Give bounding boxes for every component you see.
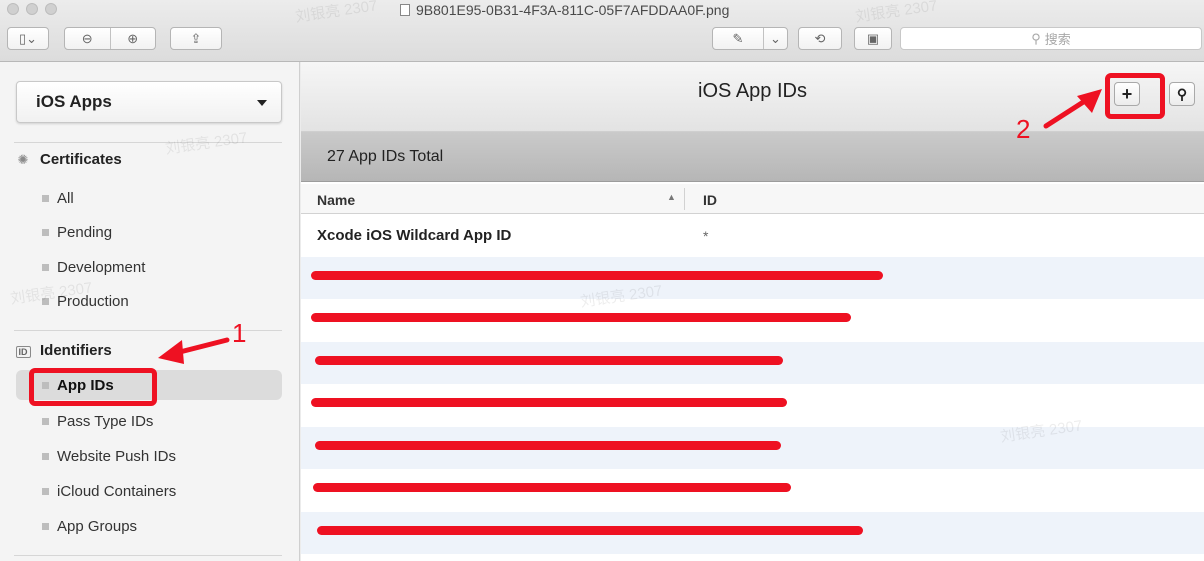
sidebar-item-label: All — [57, 189, 74, 207]
total-count: 27 App IDs Total — [327, 148, 444, 165]
markup-icon[interactable]: ✎ — [713, 28, 763, 49]
sidebar-item-label: Pending — [57, 223, 113, 241]
divider — [14, 555, 282, 556]
table-row[interactable] — [301, 341, 1204, 384]
toolbox-button[interactable]: ▣ — [854, 27, 892, 50]
share-button[interactable]: ⇪ — [170, 27, 222, 50]
platform-select[interactable]: iOS Apps — [16, 81, 282, 123]
page-title: iOS App IDs — [698, 80, 807, 102]
section-identifiers: ID Identifiers — [14, 342, 112, 359]
platform-select-value: iOS Apps — [36, 92, 112, 111]
redaction-mark — [311, 313, 851, 322]
redaction-mark — [315, 355, 783, 365]
table-row[interactable] — [301, 469, 1204, 512]
sidebar-item-website-push-ids[interactable]: Website Push IDs — [16, 441, 282, 471]
sidebar-item-pass-type-ids[interactable]: Pass Type IDs — [16, 406, 282, 436]
close-window-button[interactable] — [7, 3, 19, 15]
section-certificates: ✺ Certificates — [14, 151, 122, 168]
sidebar-toggle-icon: ▯⌄ — [18, 30, 38, 46]
app-id-identifier: * — [703, 228, 709, 244]
redaction-mark — [311, 270, 883, 280]
certificate-icon: ✺ — [17, 151, 29, 167]
table-row[interactable] — [301, 299, 1204, 342]
zoom-control: ⊖ ⊕ — [64, 27, 156, 50]
sidebar-item-app-groups[interactable]: App Groups — [16, 511, 282, 541]
highlight-box-add-button — [1105, 73, 1165, 119]
share-icon: ⇪ — [190, 30, 202, 46]
search-placeholder: 搜索 — [1044, 32, 1071, 47]
bullet-icon — [42, 417, 49, 425]
search-input[interactable]: ⚲ 搜索 — [900, 27, 1202, 50]
step-number-1: 1 — [232, 318, 247, 348]
main-panel: iOS App IDs + ⚲ 27 App IDs Total Name ▲ … — [301, 62, 1204, 561]
sidebar-item-label: iCloud Containers — [57, 482, 177, 500]
highlight-box-app-ids — [29, 368, 157, 406]
redaction-mark — [317, 525, 863, 535]
table-row[interactable] — [301, 256, 1204, 299]
sidebar-item-development[interactable]: Development — [16, 252, 282, 282]
sort-ascending-icon: ▲ — [667, 192, 676, 202]
total-count-bar: 27 App IDs Total — [301, 132, 1204, 182]
app-id-name: Xcode iOS Wildcard App ID — [317, 227, 512, 244]
bullet-icon — [42, 522, 49, 530]
document-icon — [400, 4, 410, 16]
chevron-down-icon[interactable]: ⌄ — [763, 28, 787, 49]
rotate-button[interactable]: ⟲ — [798, 27, 842, 50]
table-row[interactable] — [301, 511, 1204, 554]
bullet-icon — [42, 487, 49, 495]
section-title: Identifiers — [40, 342, 112, 359]
sidebar-item-pending[interactable]: Pending — [16, 217, 282, 247]
zoom-window-button[interactable] — [45, 3, 57, 15]
zoom-in-icon[interactable]: ⊕ — [109, 28, 156, 49]
chevron-down-icon — [257, 100, 267, 106]
sidebar-item-label: Development — [57, 258, 146, 276]
sidebar-item-label: Website Push IDs — [57, 447, 176, 465]
table-header: Name ▲ ID — [301, 184, 1204, 214]
bullet-icon — [42, 194, 49, 202]
minimize-window-button[interactable] — [26, 3, 38, 15]
search-icon: ⚲ — [1031, 30, 1041, 46]
markup-control: ✎ ⌄ — [712, 27, 788, 50]
section-title: Certificates — [40, 151, 122, 168]
sidebar-toggle-button[interactable]: ▯⌄ — [7, 27, 49, 50]
redaction-mark — [311, 398, 787, 407]
search-icon: ⚲ — [1176, 85, 1188, 102]
column-header-name[interactable]: Name — [317, 192, 355, 208]
sidebar-item-all[interactable]: All — [16, 183, 282, 213]
table-row[interactable]: Xcode iOS Wildcard App ID * — [301, 214, 1204, 257]
zoom-out-icon[interactable]: ⊖ — [65, 28, 110, 49]
window-toolbar: 9B801E95-0B31-4F3A-811C-05F7AFDDAA0F.png… — [0, 0, 1204, 62]
search-button[interactable]: ⚲ — [1169, 82, 1195, 106]
bullet-icon — [42, 263, 49, 271]
id-badge-icon: ID — [14, 343, 32, 358]
bullet-icon — [42, 228, 49, 236]
step-number-2: 2 — [1016, 114, 1031, 144]
window-title: 9B801E95-0B31-4F3A-811C-05F7AFDDAA0F.png — [400, 2, 729, 18]
sidebar-item-label: Pass Type IDs — [57, 412, 154, 430]
toolbox-icon: ▣ — [866, 30, 880, 46]
app-id-table: Xcode iOS Wildcard App ID * — [301, 214, 1204, 554]
main-header: iOS App IDs + ⚲ — [301, 62, 1204, 132]
column-header-id[interactable]: ID — [703, 192, 717, 208]
redaction-mark — [315, 440, 781, 450]
sidebar-item-label: App Groups — [57, 517, 138, 535]
sidebar: iOS Apps ✺ Certificates All Pending Deve… — [0, 62, 300, 561]
bullet-icon — [42, 452, 49, 460]
sidebar-item-icloud-containers[interactable]: iCloud Containers — [16, 476, 282, 506]
column-divider — [684, 188, 685, 210]
rotate-icon: ⟲ — [814, 30, 826, 46]
redaction-mark — [313, 483, 791, 492]
